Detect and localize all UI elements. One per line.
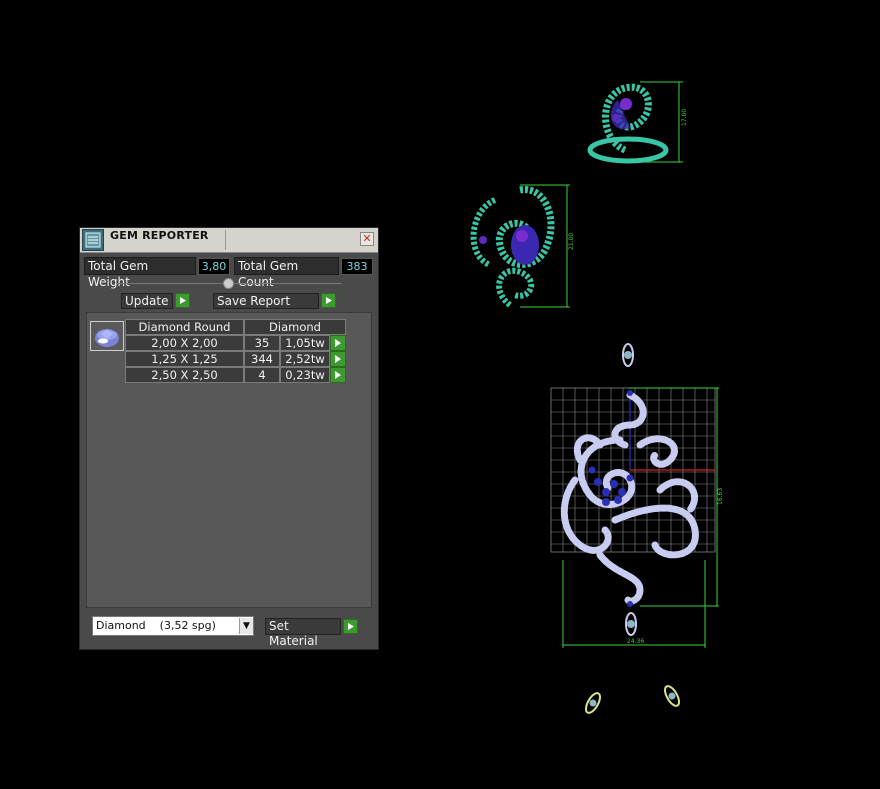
pendant-model[interactable]: 16.63 24.36 — [550, 387, 724, 648]
pendant-width-dimension: 24.36 — [627, 638, 644, 645]
pendant-height-dimension: 16.63 — [717, 488, 724, 505]
jump-ring-left[interactable] — [583, 691, 603, 715]
ring-side-dimension: 21.00 — [568, 233, 575, 250]
jump-ring-bottom[interactable] — [625, 612, 637, 636]
3d-viewport[interactable]: 17.00 21.00 16.63 24.36 — [0, 0, 880, 789]
jump-ring-right[interactable] — [662, 684, 682, 708]
jump-ring-top[interactable] — [622, 343, 634, 367]
ring-top-dimension: 17.00 — [681, 109, 688, 126]
ring-model-side[interactable]: 21.00 — [470, 184, 575, 308]
ring-model-top[interactable]: 17.00 — [587, 81, 688, 164]
